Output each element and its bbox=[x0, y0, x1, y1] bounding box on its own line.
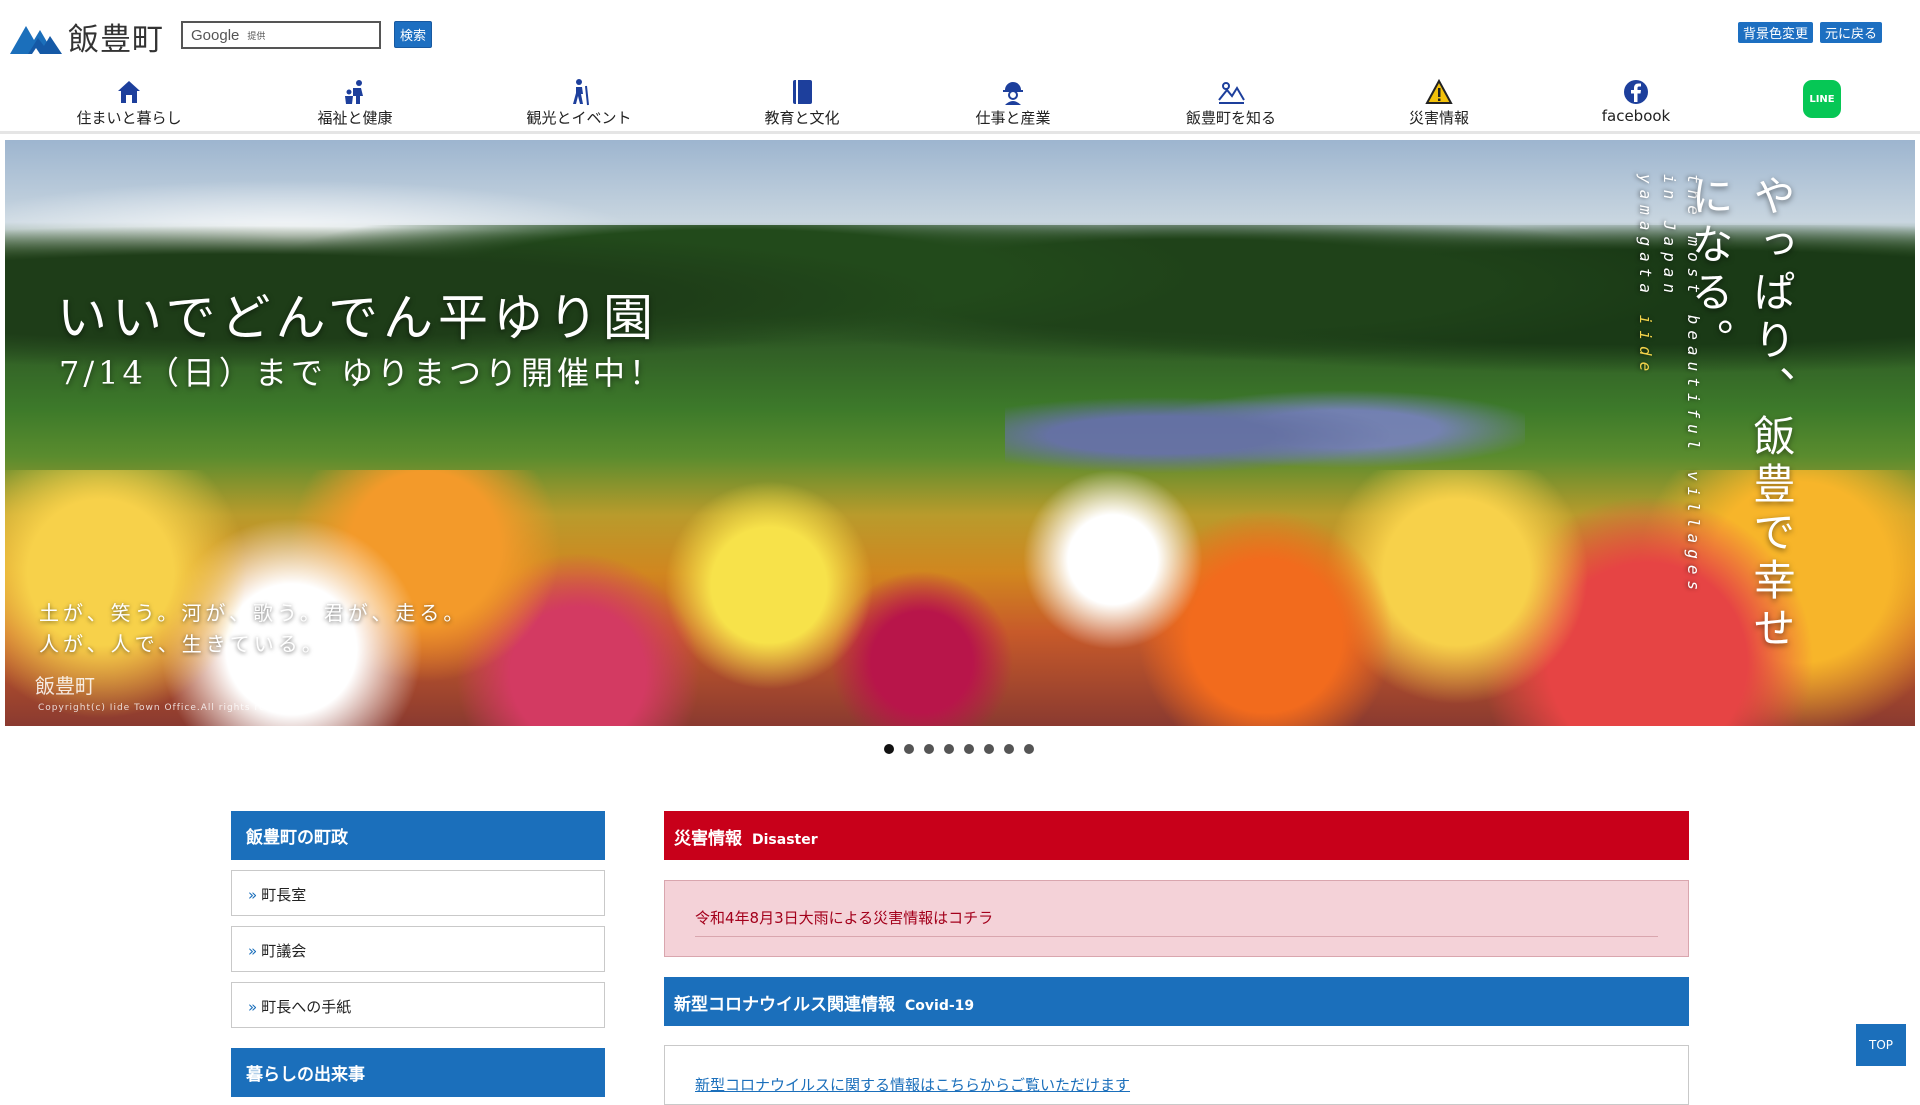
hero-iide: iide bbox=[1636, 314, 1655, 378]
search-brand: Google bbox=[191, 26, 240, 44]
hero-vertical-english-line2: yamagata iide bbox=[1633, 174, 1657, 634]
logo-mountain-icon bbox=[10, 25, 62, 54]
worker-icon bbox=[1003, 82, 1023, 105]
site-name: 飯豊町 bbox=[68, 22, 164, 58]
sidebar-link-label: 町議会 bbox=[261, 942, 307, 960]
hero-town-mark: 飯豊町 bbox=[35, 674, 95, 698]
sidebar-link-label: 町長室 bbox=[261, 886, 307, 904]
nav-item-education[interactable]: 教育と文化 bbox=[712, 78, 892, 128]
hero-copyright: Copyright(c) Iide Town Office.All rights… bbox=[38, 703, 306, 713]
slider-dot-5[interactable] bbox=[964, 744, 974, 754]
slider-dot-4[interactable] bbox=[944, 744, 954, 754]
covid-info-box: 新型コロナウイルスに関する情報はこちらからご覧いただけます bbox=[664, 1045, 1689, 1105]
global-nav: 住まいと暮らし 福祉と健康 観光とイベント 教育と文化 仕事と産業 飯豊町を知る… bbox=[0, 64, 1920, 134]
covid-heading-en: Covid-19 bbox=[905, 998, 975, 1014]
sidebar-heading-life-events: 暮らしの出来事 bbox=[231, 1048, 605, 1097]
slider-dot-1[interactable] bbox=[884, 744, 894, 754]
search-provider-label: 提供 bbox=[247, 31, 266, 42]
nav-item-about[interactable]: 飯豊町を知る bbox=[1141, 78, 1321, 128]
sidebar-link-mayor-office[interactable]: » 町長室 bbox=[231, 870, 605, 916]
raquo-icon: » bbox=[248, 942, 258, 960]
landscape-icon bbox=[1218, 82, 1245, 104]
hero-vertical-catchcopy: やっぱり、飯豊で幸せになる。 bbox=[1685, 174, 1796, 654]
disaster-section-heading: 災害情報 Disaster bbox=[664, 811, 1689, 860]
warning-icon bbox=[1425, 78, 1453, 104]
sidebar-link-council[interactable]: » 町議会 bbox=[231, 926, 605, 972]
nav-item-living[interactable]: 住まいと暮らし bbox=[39, 78, 219, 128]
facebook-icon bbox=[1624, 80, 1648, 104]
site-header: 飯豊町 Google 提供 検索 背景色変更 元に戻る bbox=[0, 0, 1920, 64]
nav-item-facebook[interactable]: facebook bbox=[1546, 78, 1726, 125]
reset-color-button[interactable]: 元に戻る bbox=[1820, 22, 1883, 43]
nav-item-industry[interactable]: 仕事と産業 bbox=[923, 78, 1103, 128]
search-button[interactable]: 検索 bbox=[394, 21, 432, 48]
hero-slideshow[interactable]: いいでどんでん平ゆり園 7/14（日）まで ゆりまつり開催中！ 土が、笑う。河が… bbox=[5, 140, 1915, 726]
nav-label: facebook bbox=[1601, 107, 1671, 125]
family-icon bbox=[345, 80, 363, 104]
hero-poem: 土が、笑う。河が、歌う。君が、走る。 人が、人で、生きている。 bbox=[39, 598, 467, 660]
covid-section-heading: 新型コロナウイルス関連情報 Covid-19 bbox=[664, 977, 1689, 1026]
search-input[interactable]: Google 提供 bbox=[181, 21, 381, 49]
nav-label: 仕事と産業 bbox=[975, 109, 1051, 127]
nav-label: 福祉と健康 bbox=[317, 109, 393, 127]
site-logo[interactable]: 飯豊町 bbox=[10, 14, 164, 59]
slider-dot-6[interactable] bbox=[984, 744, 994, 754]
nav-label: 飯豊町を知る bbox=[1185, 109, 1276, 127]
nav-label: 観光とイベント bbox=[526, 109, 632, 127]
hero-subtitle: 7/14（日）まで ゆりまつり開催中！ bbox=[59, 354, 666, 392]
disaster-heading-jp: 災害情報 bbox=[674, 829, 742, 849]
nav-item-disaster[interactable]: 災害情報 bbox=[1349, 78, 1529, 128]
sidebar-heading-town-admin: 飯豊町の町政 bbox=[231, 811, 605, 860]
back-to-top-button[interactable]: TOP bbox=[1856, 1024, 1906, 1066]
hero-poem-line2: 人が、人で、生きている。 bbox=[39, 632, 326, 656]
disaster-alert-box: 令和4年8月3日大雨による災害情報はコチラ bbox=[664, 880, 1689, 957]
nav-label: 住まいと暮らし bbox=[76, 109, 182, 127]
nav-label: 災害情報 bbox=[1408, 109, 1469, 127]
line-label: LINE bbox=[1809, 93, 1835, 105]
disaster-heading-en: Disaster bbox=[752, 832, 818, 848]
sidebar-link-letter[interactable]: » 町長への手紙 bbox=[231, 982, 605, 1028]
covid-heading-jp: 新型コロナウイルス関連情報 bbox=[674, 995, 895, 1015]
slider-dot-3[interactable] bbox=[924, 744, 934, 754]
line-icon[interactable]: LINE bbox=[1803, 80, 1841, 118]
slider-dot-7[interactable] bbox=[1004, 744, 1014, 754]
slider-dot-2[interactable] bbox=[904, 744, 914, 754]
slider-dots bbox=[884, 744, 1034, 754]
slider-dot-8[interactable] bbox=[1024, 744, 1034, 754]
raquo-icon: » bbox=[248, 998, 258, 1016]
hero-yamagata: yamagata bbox=[1636, 174, 1655, 315]
disaster-info-link[interactable]: 令和4年8月3日大雨による災害情報はコチラ bbox=[695, 907, 1658, 937]
nav-item-tourism[interactable]: 観光とイベント bbox=[489, 78, 669, 128]
hero-poem-line1: 土が、笑う。河が、歌う。君が、走る。 bbox=[39, 601, 468, 625]
nav-item-welfare[interactable]: 福祉と健康 bbox=[265, 78, 445, 128]
covid-info-link[interactable]: 新型コロナウイルスに関する情報はこちらからご覧いただけます bbox=[695, 1076, 1130, 1094]
nav-label: 教育と文化 bbox=[764, 109, 840, 127]
hero-title: いいでどんでん平ゆり園 bbox=[57, 289, 658, 347]
book-icon bbox=[793, 80, 812, 104]
sidebar-link-label: 町長への手紙 bbox=[261, 998, 352, 1016]
hiker-icon bbox=[573, 79, 589, 106]
house-icon bbox=[118, 81, 140, 103]
bg-color-change-button[interactable]: 背景色変更 bbox=[1738, 22, 1814, 43]
raquo-icon: » bbox=[248, 886, 258, 904]
